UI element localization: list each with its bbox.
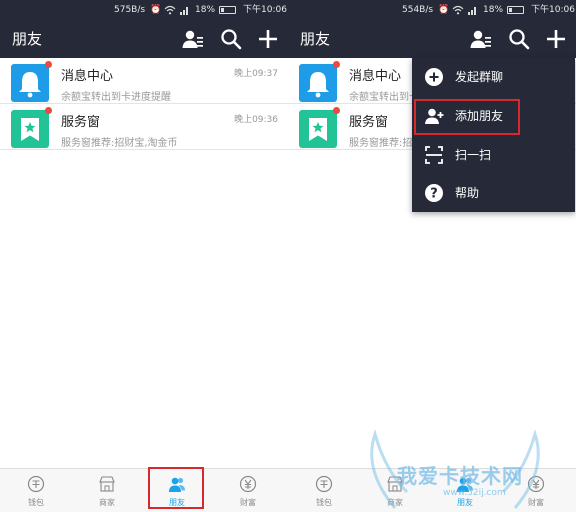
bottom-tab-bar: 钱包 商家 朋友 财富 bbox=[288, 468, 576, 512]
unread-dot bbox=[45, 107, 52, 114]
menu-item-label: 帮助 bbox=[455, 186, 480, 200]
item-title: 消息中心 bbox=[61, 69, 114, 84]
star-bookmark-icon bbox=[299, 110, 337, 148]
message-list: 消息中心 余额宝转出到卡进度提醒 晚上09:37 服务窗 服务窗推荐:招财宝,淘… bbox=[0, 58, 288, 150]
menu-item-help[interactable]: ? 帮助 bbox=[412, 174, 575, 212]
tab-label: 财富 bbox=[528, 498, 544, 507]
net-speed: 575B/s bbox=[114, 5, 146, 15]
status-time: 下午10:06 bbox=[243, 5, 287, 15]
alarm-icon: ⏰ bbox=[438, 5, 450, 15]
tab-label: 商家 bbox=[99, 498, 115, 507]
tab-friends[interactable]: 朋友 bbox=[437, 469, 493, 512]
highlight-box-friends-tab bbox=[148, 467, 204, 509]
tab-label: 钱包 bbox=[316, 498, 332, 507]
tab-label: 钱包 bbox=[28, 498, 44, 507]
bell-icon bbox=[299, 64, 337, 102]
item-title: 消息中心 bbox=[349, 69, 402, 84]
svg-text:?: ? bbox=[430, 187, 438, 202]
status-bar: 575B/s ⏰ 18% 下午10:06 bbox=[0, 0, 288, 20]
shop-icon bbox=[387, 476, 403, 492]
battery-percent: 18% bbox=[483, 5, 504, 15]
tab-label: 朋友 bbox=[457, 498, 473, 507]
item-title: 服务窗 bbox=[61, 115, 101, 130]
star-bookmark-icon bbox=[11, 110, 49, 148]
item-time: 晚上09:37 bbox=[234, 69, 278, 79]
menu-item-label: 扫一扫 bbox=[455, 148, 492, 162]
contacts-icon[interactable] bbox=[469, 27, 493, 51]
search-icon[interactable] bbox=[507, 27, 531, 51]
item-subtitle: 余额宝转出到卡进度提醒 bbox=[61, 92, 171, 103]
plus-circle-icon bbox=[425, 68, 443, 86]
tab-wealth[interactable]: 财富 bbox=[508, 469, 564, 512]
bottom-tab-bar: 钱包 商家 朋友 财富 bbox=[0, 468, 288, 512]
tab-wealth[interactable]: 财富 bbox=[220, 469, 276, 512]
menu-item-start-group-chat[interactable]: 发起群聊 bbox=[412, 58, 575, 96]
friends-icon bbox=[457, 477, 473, 492]
battery-icon bbox=[219, 6, 236, 14]
plus-icon[interactable] bbox=[256, 27, 280, 51]
signal-icon bbox=[180, 0, 190, 20]
wifi-icon bbox=[452, 0, 464, 20]
net-speed: 554B/s bbox=[402, 5, 434, 15]
help-icon: ? bbox=[425, 184, 443, 202]
alarm-icon: ⏰ bbox=[150, 5, 162, 15]
tab-label: 商家 bbox=[387, 498, 403, 507]
wealth-icon bbox=[527, 475, 545, 493]
tab-label: 财富 bbox=[240, 498, 256, 507]
plus-icon[interactable] bbox=[544, 27, 568, 51]
wifi-icon bbox=[164, 0, 176, 20]
tab-merchants[interactable]: 商家 bbox=[79, 469, 135, 512]
battery-percent: 18% bbox=[195, 5, 216, 15]
list-item-message-center[interactable]: 消息中心 余额宝转出到卡进度提醒 晚上09:37 bbox=[0, 58, 288, 104]
plus-dropdown-menu: 发起群聊 添加朋友 扫一扫 ? 帮助 bbox=[412, 58, 575, 212]
tab-merchants[interactable]: 商家 bbox=[367, 469, 423, 512]
page-title: 朋友 bbox=[300, 30, 331, 48]
item-title: 服务窗 bbox=[349, 115, 389, 130]
bell-icon bbox=[11, 64, 49, 102]
signal-icon bbox=[468, 0, 478, 20]
menu-item-label: 发起群聊 bbox=[455, 70, 504, 84]
item-time: 晚上09:36 bbox=[234, 115, 278, 125]
wallet-icon bbox=[27, 475, 45, 493]
item-subtitle: 服务窗推荐:招财宝,淘金币 bbox=[61, 138, 178, 149]
menu-item-scan[interactable]: 扫一扫 bbox=[412, 136, 575, 174]
tab-wallet[interactable]: 钱包 bbox=[296, 469, 352, 512]
scan-icon bbox=[425, 146, 443, 164]
left-screen: 575B/s ⏰ 18% 下午10:06 朋友 消息中心 余额宝转出到卡进度提醒… bbox=[0, 0, 288, 512]
page-title: 朋友 bbox=[12, 30, 43, 48]
wealth-icon bbox=[239, 475, 257, 493]
list-item-service-window[interactable]: 服务窗 服务窗推荐:招财宝,淘金币 晚上09:36 bbox=[0, 104, 288, 150]
tab-wallet[interactable]: 钱包 bbox=[8, 469, 64, 512]
search-icon[interactable] bbox=[219, 27, 243, 51]
status-bar: 554B/s ⏰ 18% 下午10:06 bbox=[288, 0, 576, 20]
unread-dot bbox=[45, 61, 52, 68]
status-time: 下午10:06 bbox=[531, 5, 575, 15]
top-nav: 朋友 bbox=[0, 20, 288, 58]
contacts-icon[interactable] bbox=[181, 27, 205, 51]
unread-dot bbox=[333, 61, 340, 68]
highlight-box-add-friend bbox=[414, 99, 520, 135]
unread-dot bbox=[333, 107, 340, 114]
top-nav: 朋友 bbox=[288, 20, 576, 58]
shop-icon bbox=[99, 476, 115, 492]
battery-icon bbox=[507, 6, 524, 14]
wallet-icon bbox=[315, 475, 333, 493]
